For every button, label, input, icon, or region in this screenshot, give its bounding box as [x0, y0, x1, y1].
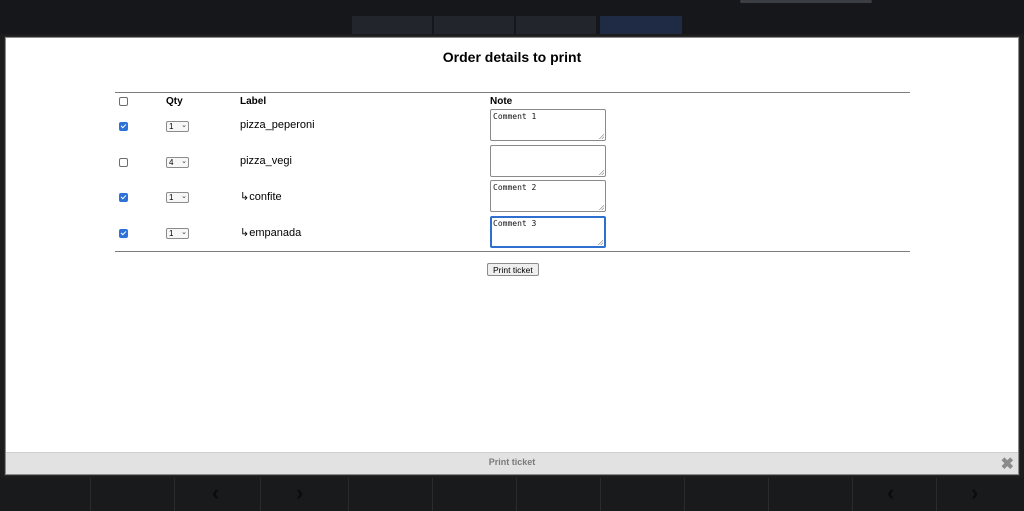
order-table: Qty Label Note 1 ⌄ pizza_peperoni Comment…: [115, 92, 910, 252]
qty-value: 1: [169, 228, 174, 238]
background-tab: [600, 16, 682, 34]
qty-select[interactable]: 1 ⌄: [166, 121, 189, 132]
row-checkbox[interactable]: [119, 122, 128, 131]
background-bottom-bar: ‹ › ‹ ›: [0, 478, 1024, 511]
table-row: 1 ⌄ ↳empanada Comment 3: [115, 215, 910, 251]
close-icon[interactable]: ✖: [1001, 454, 1014, 474]
qty-select[interactable]: 1 ⌄: [166, 192, 189, 203]
background-search: [740, 0, 872, 3]
background-cell: [516, 478, 601, 511]
background-cell: [432, 478, 517, 511]
qty-header: Qty: [166, 96, 183, 107]
table-row: 1 ⌄ pizza_peperoni Comment 1: [115, 108, 910, 144]
footer-print-ticket-button[interactable]: Print ticket: [6, 457, 1018, 467]
item-label: ↳empanada: [240, 226, 302, 239]
chevron-left-icon: ‹: [887, 480, 895, 505]
background-top-bar: [0, 0, 1024, 34]
note-textarea[interactable]: [490, 144, 606, 177]
chevron-right-icon: ›: [971, 480, 979, 505]
chevron-down-icon: ⌄: [181, 193, 187, 200]
row-checkbox[interactable]: [119, 193, 128, 202]
label-header: Label: [240, 96, 267, 107]
background-tab: [516, 16, 596, 34]
row-checkbox[interactable]: [119, 157, 128, 167]
row-checkbox[interactable]: [119, 228, 128, 238]
chevron-down-icon: ⌄: [181, 122, 187, 129]
table-header: Qty Label Note: [115, 93, 910, 108]
background-cell: [936, 478, 1024, 511]
background-cell: [852, 478, 937, 511]
item-label: pizza_peperoni: [240, 119, 315, 131]
print-ticket-button[interactable]: Print ticket: [487, 263, 539, 276]
item-label: pizza_vegi: [240, 154, 292, 167]
note-textarea[interactable]: Comment 2: [490, 180, 606, 212]
chevron-right-icon: ›: [296, 480, 304, 505]
table-row: 4 ⌄ pizza_vegi: [115, 144, 910, 180]
resize-grip-icon[interactable]: [599, 205, 604, 210]
resize-grip-icon[interactable]: [599, 134, 604, 139]
note-text: Comment 2: [493, 183, 537, 192]
resize-grip-icon[interactable]: [598, 239, 603, 245]
background-tab: [434, 16, 514, 34]
qty-value: 4: [169, 157, 174, 167]
background-cell: [768, 478, 853, 511]
resize-grip-icon[interactable]: [599, 169, 604, 175]
qty-select[interactable]: 1 ⌄: [166, 227, 189, 239]
chevron-down-icon: ⌄: [181, 228, 187, 236]
note-textarea[interactable]: Comment 1: [490, 109, 606, 141]
background-cell: [90, 478, 175, 511]
chevron-left-icon: ‹: [212, 480, 220, 505]
qty-value: 1: [169, 193, 174, 202]
background-cell: [260, 478, 349, 511]
table-row: 1 ⌄ ↳confite Comment 2: [115, 179, 910, 215]
qty-value: 1: [169, 122, 174, 131]
print-order-modal: Order details to print Qty Label Note 1 ⌄…: [5, 37, 1019, 475]
qty-select[interactable]: 4 ⌄: [166, 156, 189, 168]
modal-footer: Print ticket ✖: [6, 452, 1018, 474]
note-text: Comment 1: [493, 112, 537, 121]
background-cell: [600, 478, 685, 511]
select-all-checkbox[interactable]: [119, 97, 128, 106]
background-cell: [348, 478, 433, 511]
background-tab: [352, 16, 432, 34]
chevron-down-icon: ⌄: [181, 157, 187, 165]
note-header: Note: [490, 96, 513, 107]
item-label: ↳confite: [240, 191, 282, 203]
background-cell: [684, 478, 769, 511]
modal-title: Order details to print: [442, 49, 582, 65]
note-textarea[interactable]: Comment 3: [490, 215, 606, 248]
note-text: Comment 3: [493, 218, 537, 228]
